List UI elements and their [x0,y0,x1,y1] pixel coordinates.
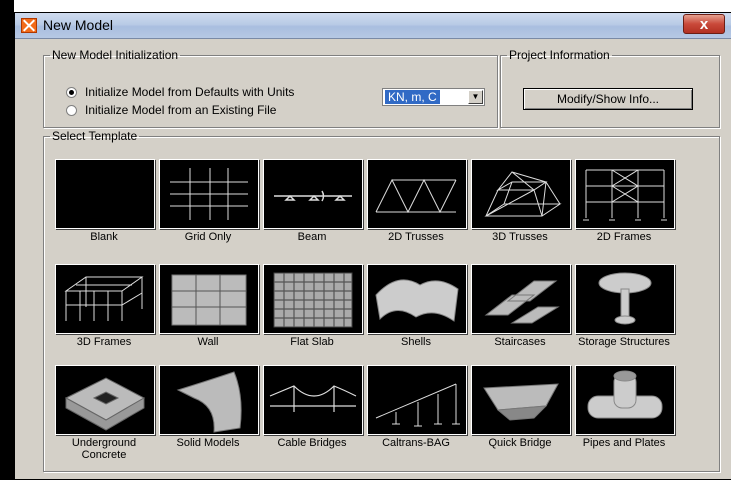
solid-icon[interactable] [159,365,259,435]
template-pipes-and-plates[interactable]: Pipes and Plates [575,365,679,457]
template-underground-concrete[interactable]: Underground Concrete [55,365,159,461]
existing-file-option[interactable]: Initialize Model from an Existing File [66,102,276,118]
close-button[interactable]: x [683,14,725,34]
existing-file-option-label: Initialize Model from an Existing File [85,103,277,117]
template-2d-frames[interactable]: 2D Frames [575,159,679,251]
pipes-icon[interactable] [575,365,675,435]
slab-icon[interactable] [263,264,363,334]
cable-bridge-icon[interactable] [263,365,363,435]
template-label: Blank [90,231,118,243]
template-label: Flat Slab [290,336,334,348]
template-3d-trusses[interactable]: 3D Trusses [471,159,575,251]
template-cable-bridges[interactable]: Cable Bridges [263,365,367,457]
template-label: Quick Bridge [488,437,552,449]
template-label: Beam [297,231,327,243]
screen-left-edge [0,0,14,480]
project-information-group: Project Information Modify/Show Info... [500,48,720,128]
template-3d-frames[interactable]: 3D Frames [55,264,159,356]
template-storage-structures[interactable]: Storage Structures [575,264,679,356]
wall-icon[interactable] [159,264,259,334]
underground-icon[interactable] [55,365,155,435]
new-model-dialog: New Model x New Model Initialization Ini… [14,12,731,480]
template-label: Solid Models [176,437,240,449]
template-label: Pipes and Plates [582,437,666,449]
template-label: Grid Only [184,231,232,243]
blank-icon[interactable] [55,159,155,229]
template-label: Shells [401,336,431,348]
defaults-option-label: Initialize Model from Defaults with Unit… [85,85,295,99]
template-blank[interactable]: Blank [55,159,159,251]
grid-icon[interactable] [159,159,259,229]
template-label: Cable Bridges [277,437,347,449]
beam-icon[interactable] [263,159,363,229]
template-wall[interactable]: Wall [159,264,263,356]
template-label: 3D Trusses [492,231,548,243]
chevron-down-icon[interactable]: ▼ [468,90,483,104]
units-select[interactable]: KN, m, C ▼ [382,88,485,106]
template-quick-bridge[interactable]: Quick Bridge [471,365,575,457]
template-label: Caltrans-BAG [382,437,450,449]
template-label: 3D Frames [76,336,132,348]
select-template-group: Select Template Blank Grid Only Beam 2D Tru… [43,129,720,472]
modify-show-info-button[interactable]: Modify/Show Info... [523,88,693,110]
template-caltrans-bag[interactable]: Caltrans-BAG [367,365,471,457]
select-template-legend: Select Template [52,129,138,143]
storage-icon[interactable] [575,264,675,334]
shell-icon[interactable] [367,264,467,334]
defaults-option[interactable]: Initialize Model from Defaults with Unit… [66,84,294,100]
screen-top [0,0,731,12]
project-information-legend: Project Information [509,48,610,62]
template-beam[interactable]: Beam [263,159,367,251]
template-solid-models[interactable]: Solid Models [159,365,263,457]
template-staircases[interactable]: Staircases [471,264,575,356]
template-label: Wall [197,336,219,348]
template-shells[interactable]: Shells [367,264,471,356]
defaults-radio[interactable] [66,86,77,98]
truss-2d-icon[interactable] [367,159,467,229]
template-2d-trusses[interactable]: 2D Trusses [367,159,471,251]
caltrans-icon[interactable] [367,365,467,435]
template-grid-only[interactable]: Grid Only [159,159,263,251]
window-title: New Model [43,17,114,33]
units-value: KN, m, C [385,90,440,104]
frame-2d-icon[interactable] [575,159,675,229]
existing-file-radio[interactable] [66,104,77,116]
template-label: 2D Trusses [388,231,444,243]
new-model-initialization-legend: New Model Initialization [52,48,179,62]
template-label: Staircases [494,336,546,348]
app-icon [21,18,37,33]
template-label: 2D Frames [596,231,652,243]
template-label: Storage Structures [578,336,670,348]
title-bar[interactable]: New Model x [15,13,731,39]
frame-3d-icon[interactable] [55,264,155,334]
truss-3d-icon[interactable] [471,159,571,229]
quick-bridge-icon[interactable] [471,365,571,435]
new-model-initialization-group: New Model Initialization Initialize Mode… [43,48,498,128]
template-flat-slab[interactable]: Flat Slab [263,264,367,356]
template-label: Underground Concrete [71,437,137,461]
stair-icon[interactable] [471,264,571,334]
